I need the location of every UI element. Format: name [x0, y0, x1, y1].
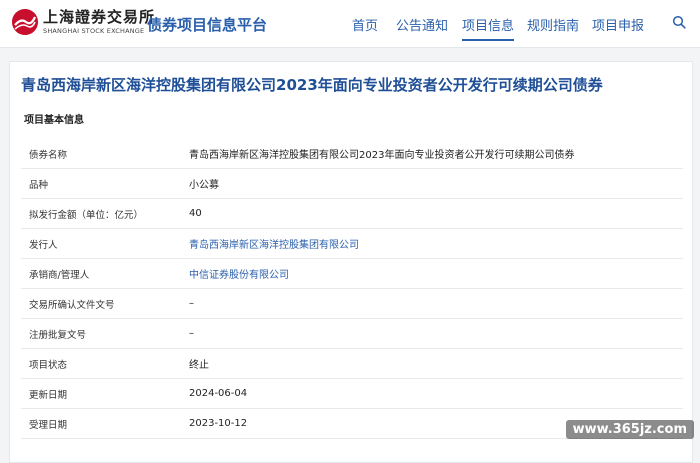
top-navigation-bar: 上海證券交易所 SHANGHAI STOCK EXCHANGE 债券项目信息平台…	[0, 0, 700, 48]
field-label: 发行人	[21, 228, 189, 259]
table-row: 拟发行金额（单位：亿元） 40	[21, 198, 683, 229]
field-label: 受理日期	[21, 408, 189, 439]
page-title: 青岛西海岸新区海洋控股集团有限公司2023年面向专业投资者公开发行可续期公司债券	[21, 76, 603, 94]
table-row: 交易所确认文件文号 –	[21, 288, 683, 319]
field-value-update-date: 2024-06-04	[189, 378, 683, 409]
table-row: 更新日期 2024-06-04	[21, 378, 683, 409]
logo-english-text: SHANGHAI STOCK EXCHANGE	[43, 27, 145, 35]
nav-item-announcements[interactable]: 公告通知	[396, 15, 448, 34]
nav-item-rules-guide[interactable]: 规则指南	[527, 15, 579, 34]
underwriter-link[interactable]: 中信证券股份有限公司	[189, 258, 683, 289]
table-row: 项目状态 终止	[21, 348, 683, 379]
field-label: 承销商/管理人	[21, 258, 189, 289]
nav-item-project-info[interactable]: 项目信息	[462, 15, 515, 41]
field-value-issue-amount: 40	[189, 198, 683, 229]
field-label: 更新日期	[21, 378, 189, 409]
project-detail-card: 青岛西海岸新区海洋控股集团有限公司2023年面向专业投资者公开发行可续期公司债券…	[9, 61, 693, 463]
field-label: 债券名称	[21, 139, 189, 169]
field-label: 品种	[21, 168, 189, 199]
field-value-registration-no: –	[189, 318, 683, 349]
nav-item-home[interactable]: 首页	[352, 15, 378, 34]
search-icon[interactable]	[672, 15, 686, 29]
nav-item-project-filing[interactable]: 项目申报	[592, 15, 644, 34]
field-value-exchange-doc-no: –	[189, 288, 683, 319]
field-value-bond-name: 青岛西海岸新区海洋控股集团有限公司2023年面向专业投资者公开发行可续期公司债券	[189, 139, 683, 169]
field-value-project-status: 终止	[189, 348, 683, 379]
field-label: 拟发行金额（单位：亿元）	[21, 198, 189, 229]
field-label: 项目状态	[21, 348, 189, 379]
table-row: 债券名称 青岛西海岸新区海洋控股集团有限公司2023年面向专业投资者公开发行可续…	[21, 139, 683, 169]
field-label: 交易所确认文件文号	[21, 288, 189, 319]
site-name[interactable]: 债券项目信息平台	[147, 14, 267, 35]
table-row: 注册批复文号 –	[21, 318, 683, 349]
issuer-link[interactable]: 青岛西海岸新区海洋控股集团有限公司	[189, 228, 683, 259]
logo-chinese-text: 上海證券交易所	[43, 8, 156, 26]
site-watermark: www.365jz.com	[565, 420, 694, 439]
sse-logo-icon[interactable]	[12, 9, 38, 35]
field-value-variety: 小公募	[189, 168, 683, 199]
table-row: 发行人 青岛西海岸新区海洋控股集团有限公司	[21, 228, 683, 259]
field-label: 注册批复文号	[21, 318, 189, 349]
table-row: 品种 小公募	[21, 168, 683, 199]
table-row: 承销商/管理人 中信证券股份有限公司	[21, 258, 683, 289]
section-title: 项目基本信息	[24, 115, 84, 126]
project-info-table: 债券名称 青岛西海岸新区海洋控股集团有限公司2023年面向专业投资者公开发行可续…	[21, 139, 683, 439]
